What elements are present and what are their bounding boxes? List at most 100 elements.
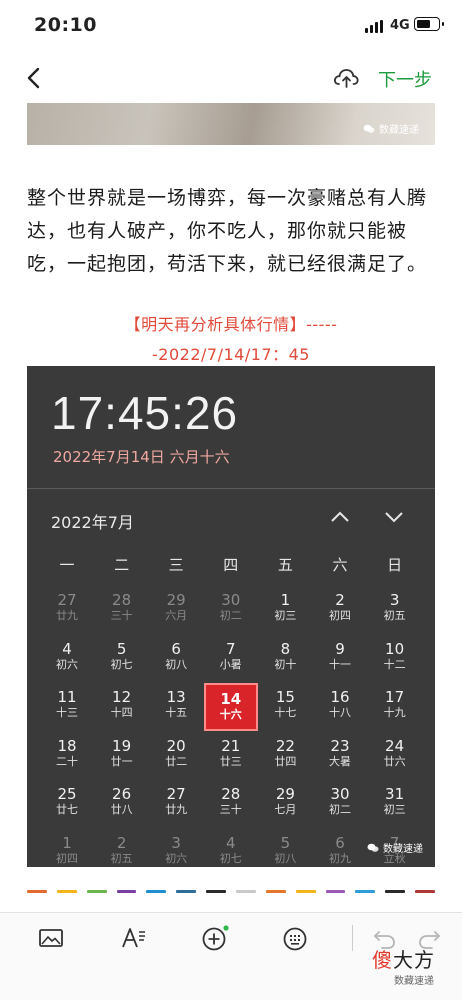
nav-bar: 下一步 — [0, 56, 462, 102]
calendar-day: 25 廿七 — [40, 780, 94, 828]
day-number: 1 — [280, 591, 291, 609]
calendar-day: 8 初十 — [258, 635, 312, 683]
calendar-day: 28 三十 — [95, 586, 149, 634]
text-format-icon[interactable] — [118, 923, 148, 953]
calendar-day: 29 六月 — [149, 586, 203, 634]
calendar-day: 24 廿六 — [368, 732, 422, 780]
day-number: 4 — [226, 833, 236, 852]
day-number: 5 — [280, 833, 291, 852]
cloud-upload-icon[interactable] — [332, 65, 360, 91]
day-number: 30 — [221, 591, 241, 609]
lunar-label: 廿九 — [56, 609, 78, 622]
add-circle-icon[interactable] — [200, 923, 230, 953]
next-step-button[interactable]: 下一步 — [378, 66, 432, 92]
calendar-day: 16 十八 — [313, 683, 367, 731]
calendar-day: 5 初七 — [95, 635, 149, 683]
day-number: 30 — [330, 785, 350, 803]
day-number: 9 — [335, 639, 345, 658]
calendar-day: 13 十五 — [149, 683, 203, 731]
back-icon[interactable] — [22, 64, 48, 92]
day-number: 12 — [112, 688, 132, 706]
color-strip-segment — [176, 890, 197, 893]
network-type: 4G — [390, 18, 410, 33]
color-strip-segment — [206, 890, 227, 893]
wechat-icon — [367, 843, 379, 852]
calendar-day: 7 小暑 — [204, 635, 258, 683]
day-number: 20 — [166, 736, 186, 755]
day-number: 2 — [335, 591, 345, 609]
calendar-day: 3 初六 — [149, 829, 203, 868]
calendar-day: 31 初三 — [368, 780, 422, 828]
calendar-day: 4 初六 — [40, 635, 94, 683]
lunar-label: 初三 — [383, 803, 406, 816]
calendar-day: 26 廿八 — [95, 780, 149, 828]
lunar-label: 廿九 — [165, 803, 188, 816]
lunar-label: 十四 — [110, 706, 133, 719]
day-number: 19 — [112, 736, 132, 755]
day-number: 13 — [166, 688, 186, 706]
day-number: 24 — [385, 736, 405, 755]
lunar-label: 初五 — [383, 609, 406, 622]
lunar-label: 廿六 — [383, 754, 406, 768]
day-number: 25 — [57, 785, 77, 803]
weekday-label: 一 — [59, 556, 75, 574]
chevron-up-icon — [331, 511, 349, 522]
image-icon[interactable] — [36, 923, 66, 953]
day-number: 4 — [62, 639, 72, 658]
lunar-label: 初六 — [165, 851, 188, 865]
status-bar: 20:10 4G — [0, 0, 462, 52]
weekday-label: 六 — [332, 556, 348, 574]
calendar-day: 1 初四 — [40, 829, 94, 868]
note-line-1: 【明天再分析具体行情】----- — [124, 315, 338, 334]
color-strip-segment — [265, 890, 286, 893]
toolbar-separator — [352, 925, 353, 951]
article-image-top: 数藏速递 — [27, 103, 435, 145]
wechat-icon — [363, 124, 375, 133]
day-number: 26 — [112, 785, 132, 803]
calendar-day: 23 大暑 — [313, 732, 367, 780]
calendar-day: 27 廿九 — [149, 780, 203, 828]
day-number: 7 — [226, 639, 236, 658]
calendar-day: 30 初二 — [313, 780, 367, 828]
calendar-day: 30 初二 — [204, 586, 258, 634]
weekday-label: 二 — [114, 556, 130, 574]
weekday-label: 五 — [277, 556, 293, 574]
day-number: 28 — [112, 591, 132, 609]
calendar-day: 18 二十 — [40, 732, 94, 780]
calendar-screenshot: 17:45:26 2022年7月14日 六月十六 2022年7月 一 二 三 四 五 六 日… — [27, 366, 435, 867]
lunar-label: 三十 — [110, 609, 133, 622]
lunar-label: 初七 — [219, 851, 242, 865]
weekday-label: 四 — [223, 556, 239, 574]
calendar-day-today: 14 十六 — [203, 683, 258, 731]
color-strip-segment — [236, 890, 256, 893]
lunar-label: 初八 — [165, 657, 188, 671]
color-strip-segment — [86, 890, 107, 893]
lunar-label: 廿三 — [219, 754, 242, 768]
day-number: 21 — [221, 736, 241, 755]
calendar-day: 6 初八 — [149, 635, 203, 683]
lunar-label: 廿七 — [56, 803, 78, 816]
calendar-day: 12 十四 — [95, 683, 149, 731]
day-number: 10 — [385, 639, 405, 658]
lunar-label: 初六 — [56, 657, 78, 671]
brand-subtitle: 数藏速递 — [394, 976, 434, 987]
lunar-label: 大暑 — [329, 754, 351, 768]
day-number: 11 — [57, 688, 77, 706]
day-number: 22 — [275, 736, 295, 755]
lunar-label: 六月 — [165, 609, 188, 622]
day-number: 14 — [220, 690, 242, 708]
weekday-label: 三 — [168, 556, 184, 574]
image-watermark: 数藏速递 — [363, 121, 419, 136]
calendar-divider — [27, 488, 435, 489]
day-number: 3 — [171, 833, 181, 852]
emoji-icon[interactable] — [280, 923, 310, 953]
day-number: 16 — [330, 688, 350, 706]
lunar-label: 三十 — [219, 803, 242, 816]
calendar-day: 28 三十 — [204, 780, 258, 828]
lunar-label: 初三 — [274, 609, 297, 622]
calendar-watermark: 数藏速递 — [367, 840, 423, 855]
lunar-label: 初九 — [329, 851, 351, 865]
calendar-day: 5 初八 — [258, 829, 312, 868]
lunar-label: 初五 — [110, 851, 133, 865]
calendar-day: 29 七月 — [258, 780, 312, 828]
